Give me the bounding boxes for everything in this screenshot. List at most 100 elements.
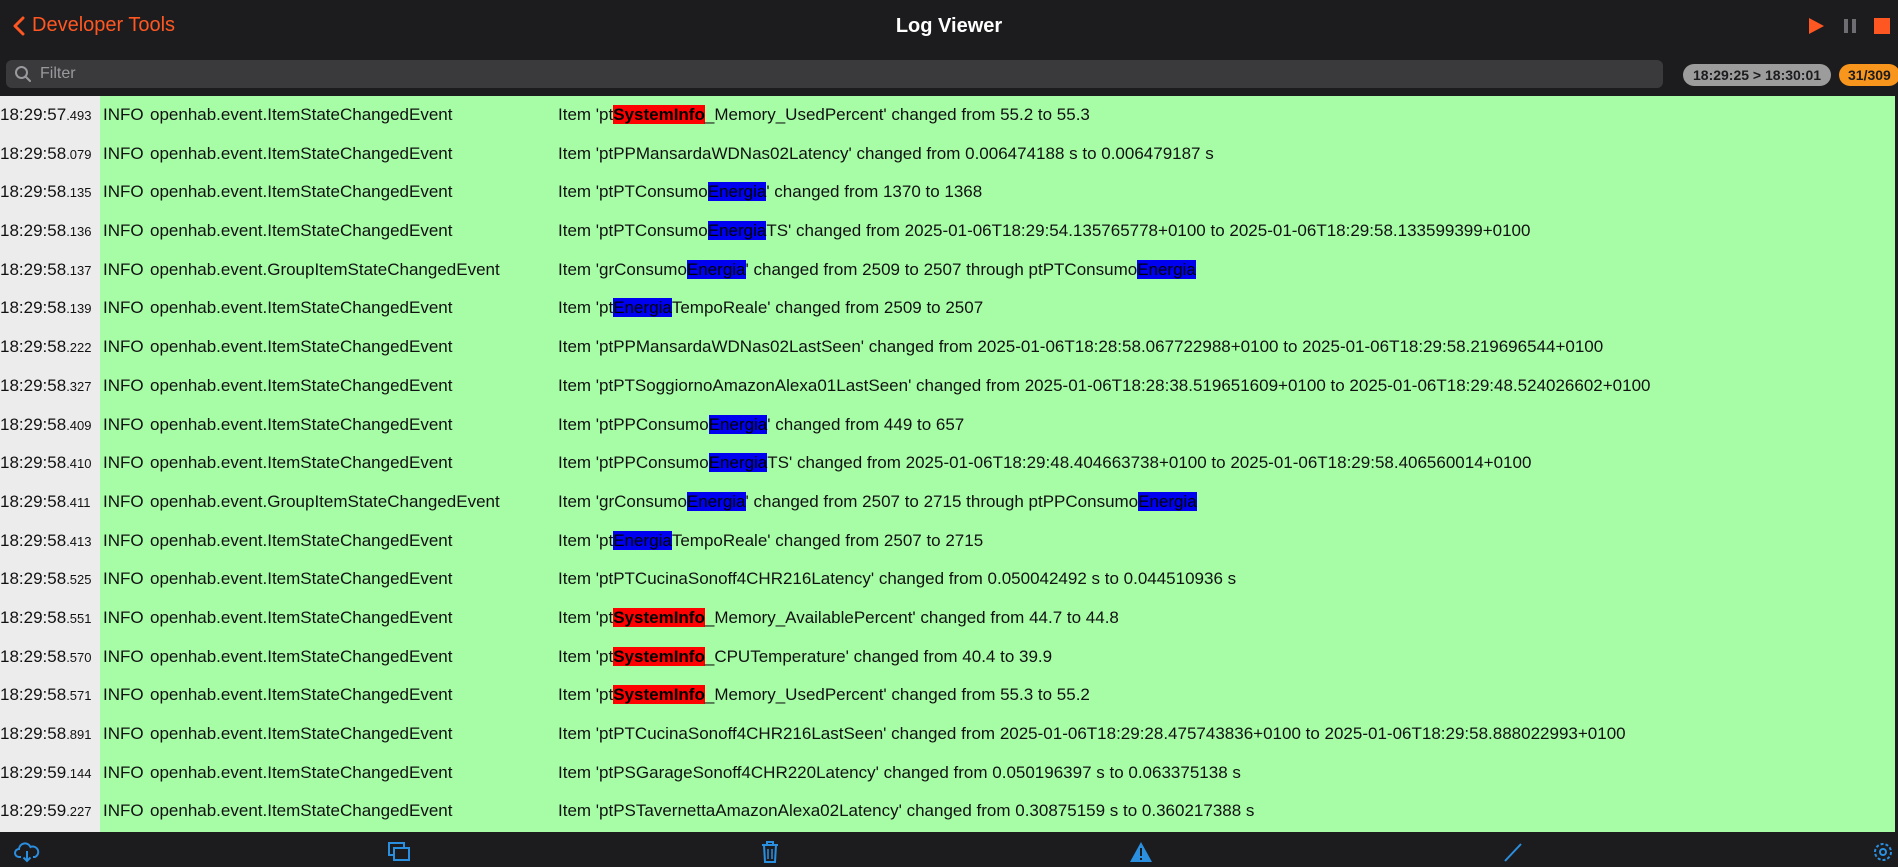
message-text: ' changed from 2507 to 2715 through ptPP…: [745, 491, 1139, 511]
stop-icon[interactable]: [1872, 16, 1892, 36]
log-time-hms: 18:29:58: [0, 143, 67, 163]
highlight-match: Energia: [686, 491, 746, 511]
log-message: Item 'ptPPMansardaWDNas02Latency' change…: [558, 135, 1214, 174]
log-time: 18:29:58.409: [0, 406, 100, 446]
log-level: INFO: [103, 298, 144, 318]
message-text: Item 'pt: [558, 685, 614, 705]
log-row[interactable]: 18:29:58.409 INFO openhab.event.ItemStateC…: [0, 406, 1895, 445]
log-message: Item 'ptEnergiaTempoReale' changed from …: [558, 522, 983, 561]
log-time-ms: .327: [66, 378, 92, 394]
log-row[interactable]: 18:29:58.891 INFO openhab.event.ItemStateC…: [0, 715, 1895, 754]
log-row[interactable]: 18:29:58.135 INFO openhab.event.ItemStateC…: [0, 173, 1895, 212]
log-time: 18:29:58.570: [0, 638, 100, 678]
log-source: openhab.event.ItemStateChangedEvent: [150, 453, 453, 473]
filter-search: [6, 60, 1663, 88]
log-time-ms: .493: [66, 108, 92, 123]
message-text: Item 'ptPTConsumo: [558, 182, 708, 202]
log-level: INFO: [103, 685, 144, 705]
message-text: Item 'ptPTSoggiornoAmazonAlexa01LastSeen…: [558, 375, 1651, 395]
log-time-hms: 18:29:58: [0, 607, 67, 627]
log-level: INFO: [103, 569, 144, 589]
log-message: Item 'ptPSGarageSonoff4CHR220Latency' ch…: [558, 754, 1241, 793]
highlight-match: SystemInfo: [613, 685, 705, 705]
log-message: Item 'ptPPConsumoEnergia' changed from 4…: [558, 406, 964, 445]
log-time: 18:29:58.571: [0, 676, 100, 716]
log-time-hms: 18:29:58: [0, 298, 67, 318]
log-row[interactable]: 18:29:58.079 INFO openhab.event.ItemStateC…: [0, 135, 1895, 174]
log-level: INFO: [103, 762, 144, 782]
highlight-match: SystemInfo: [613, 105, 705, 124]
warning-icon[interactable]: [1128, 840, 1154, 864]
log-row[interactable]: 18:29:58.137 INFO openhab.event.GroupItemS…: [0, 251, 1895, 290]
log-source: openhab.event.ItemStateChangedEvent: [150, 143, 453, 163]
message-text: Item 'grConsumo: [558, 491, 687, 511]
cloud-download-icon[interactable]: [14, 840, 40, 864]
log-row[interactable]: 18:29:58.139 INFO openhab.event.ItemStateC…: [0, 289, 1895, 328]
highlight-match: Energia: [613, 298, 672, 318]
log-list[interactable]: 18:29:57.493 INFO openhab.event.ItemStateC…: [0, 96, 1895, 832]
log-message: Item 'ptPTSoggiornoAmazonAlexa01LastSeen…: [558, 367, 1651, 406]
message-text: TempoReale' changed from 2509 to 2507: [671, 298, 984, 318]
log-source: openhab.event.ItemStateChangedEvent: [150, 646, 453, 666]
message-text: TS' changed from 2025-01-06T18:29:48.404…: [767, 453, 1532, 473]
log-row[interactable]: 18:29:58.411 INFO openhab.event.GroupItemS…: [0, 483, 1895, 522]
log-time-ms: .227: [66, 804, 92, 820]
log-time-hms: 18:29:58: [0, 414, 67, 434]
log-time: 18:29:58.410: [0, 444, 100, 484]
log-level: INFO: [103, 143, 144, 163]
log-time: 18:29:58.222: [0, 328, 100, 368]
log-time-hms: 18:29:59: [0, 801, 67, 821]
log-source: openhab.event.ItemStateChangedEvent: [150, 105, 453, 124]
log-level: INFO: [103, 182, 144, 202]
settings-icon[interactable]: [1870, 840, 1896, 864]
log-row[interactable]: 18:29:58.327 INFO openhab.event.ItemStateC…: [0, 367, 1895, 406]
pause-icon[interactable]: [1840, 16, 1860, 36]
log-time-ms: .135: [66, 185, 92, 201]
log-source: openhab.event.ItemStateChangedEvent: [150, 337, 453, 357]
message-text: Item 'ptPTCucinaSonoff4CHR216Latency' ch…: [558, 569, 1237, 589]
trash-icon[interactable]: [757, 840, 783, 864]
highlight-match: Energia: [707, 221, 767, 241]
message-text: Item 'ptPTConsumo: [558, 221, 708, 241]
log-time-hms: 18:29:58: [0, 337, 67, 357]
log-time-hms: 18:29:58: [0, 259, 67, 279]
log-row[interactable]: 18:29:58.551 INFO openhab.event.ItemStateC…: [0, 599, 1895, 638]
log-row[interactable]: 18:29:58.571 INFO openhab.event.ItemStateC…: [0, 676, 1895, 715]
log-time: 18:29:59.144: [0, 754, 100, 794]
copy-icon[interactable]: [386, 840, 412, 864]
log-time-hms: 18:29:58: [0, 685, 67, 705]
log-row[interactable]: 18:29:58.413 INFO openhab.event.ItemStateC…: [0, 522, 1895, 561]
message-text: _Memory_UsedPercent' changed from 55.2 t…: [704, 105, 1090, 124]
play-icon[interactable]: [1806, 16, 1826, 36]
log-message: Item 'ptSystemInfo_Memory_AvailablePerce…: [558, 599, 1119, 638]
log-message: Item 'ptPSTavernettaAmazonAlexa02Latency…: [558, 792, 1254, 831]
log-level: INFO: [103, 453, 144, 473]
message-text: ' changed from 449 to 657: [767, 414, 965, 434]
message-text: TempoReale' changed from 2507 to 2715: [671, 530, 984, 550]
log-row[interactable]: 18:29:57.493 INFO openhab.event.ItemStateC…: [0, 96, 1895, 135]
log-source: openhab.event.ItemStateChangedEvent: [150, 182, 453, 202]
log-row[interactable]: 18:29:58.222 INFO openhab.event.ItemStateC…: [0, 328, 1895, 367]
log-row[interactable]: 18:29:58.136 INFO openhab.event.ItemStateC…: [0, 212, 1895, 251]
filter-input[interactable]: [38, 64, 1663, 84]
message-text: _CPUTemperature' changed from 40.4 to 39…: [704, 646, 1053, 666]
log-time: 18:29:58.327: [0, 367, 100, 407]
log-row[interactable]: 18:29:58.410 INFO openhab.event.ItemStateC…: [0, 444, 1895, 483]
log-message: Item 'ptPTCucinaSonoff4CHR216Latency' ch…: [558, 560, 1236, 599]
log-time-ms: .139: [66, 301, 92, 317]
time-range-badge[interactable]: 18:29:25 > 18:30:01: [1683, 64, 1832, 86]
message-text: Item 'pt: [558, 530, 614, 550]
log-row[interactable]: 18:29:59.227 INFO openhab.event.ItemStateC…: [0, 792, 1895, 831]
pencil-icon[interactable]: [1500, 840, 1526, 864]
log-row[interactable]: 18:29:58.525 INFO openhab.event.ItemStateC…: [0, 560, 1895, 599]
log-row[interactable]: 18:29:58.570 INFO openhab.event.ItemStateC…: [0, 638, 1895, 677]
log-time-ms: .079: [66, 146, 92, 162]
log-message: Item 'ptPPMansardaWDNas02LastSeen' chang…: [558, 328, 1603, 367]
log-time: 18:29:58.079: [0, 135, 100, 175]
log-source: openhab.event.ItemStateChangedEvent: [150, 375, 453, 395]
log-source: openhab.event.ItemStateChangedEvent: [150, 221, 453, 241]
log-time: 18:29:58.136: [0, 212, 100, 252]
log-row[interactable]: 18:29:59.144 INFO openhab.event.ItemStateC…: [0, 754, 1895, 793]
page-title: Log Viewer: [895, 15, 1003, 37]
log-source: openhab.event.ItemStateChangedEvent: [150, 298, 453, 318]
